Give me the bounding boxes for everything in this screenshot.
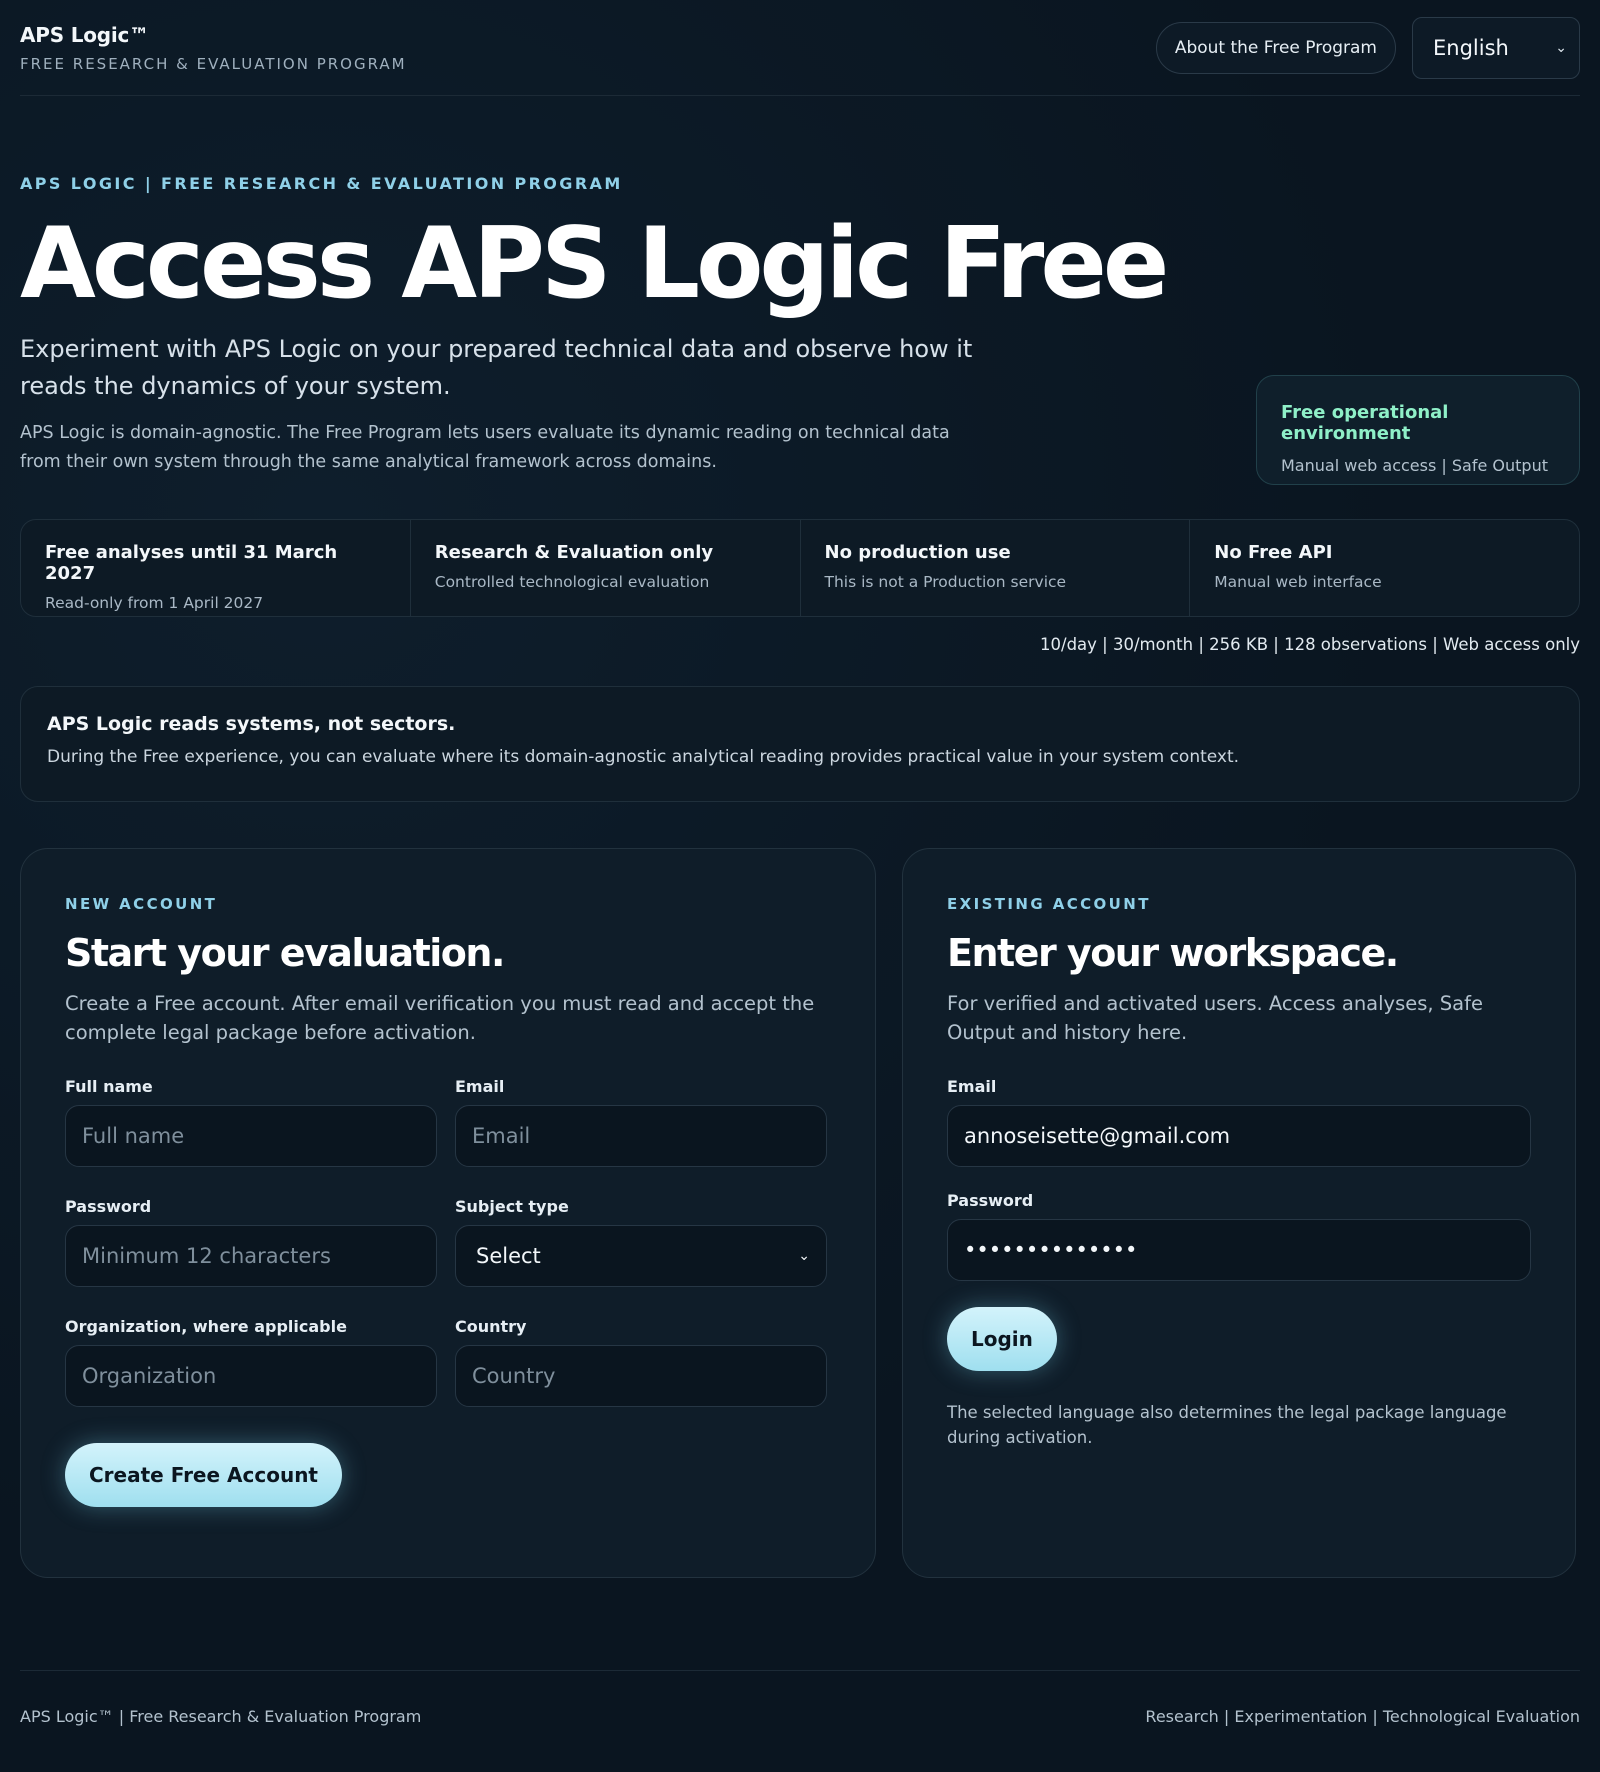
page: APS Logic™ FREE RESEARCH & EVALUATION PR…	[0, 0, 1600, 1772]
note-title: APS Logic reads systems, not sectors.	[47, 712, 456, 735]
registration-form: Full name Email Password Subject type Se…	[65, 1077, 831, 1437]
feature-subtitle: This is not a Production service	[824, 572, 1067, 591]
email-field: Email	[455, 1077, 827, 1168]
login-password-label: Password	[947, 1191, 1034, 1211]
existing-account-panel: EXISTING ACCOUNT Enter your workspace. F…	[902, 847, 1576, 1578]
usage-limits: 10/day | 30/month | 256 KB | 128 observa…	[1040, 634, 1580, 654]
top-bar: APS Logic™ FREE RESEARCH & EVALUATION PR…	[20, 0, 1580, 96]
new-account-title: Start your evaluation.	[65, 930, 505, 975]
feature-subtitle: Controlled technological evaluation	[434, 572, 710, 591]
login-email-field: Email	[947, 1077, 1531, 1168]
hero-lead: Experiment with APS Logic on your prepar…	[20, 334, 973, 401]
password-input[interactable]	[65, 1225, 437, 1288]
organization-label: Organization, where applicable	[65, 1317, 347, 1337]
brand-name: APS Logic™	[20, 22, 150, 47]
feature-title: No Free API	[1214, 541, 1333, 563]
language-value: English	[1433, 35, 1509, 60]
feature-title: No production use	[824, 541, 1011, 563]
new-account-description: Create a Free account. After email verif…	[65, 991, 815, 1045]
hero-description: APS Logic is domain-agnostic. The Free P…	[20, 423, 950, 473]
subject-type-label: Subject type	[455, 1197, 569, 1217]
organization-field: Organization, where applicable	[65, 1317, 437, 1408]
footer-left: APS Logic™ | Free Research & Evaluation …	[20, 1707, 422, 1726]
account-forms: NEW ACCOUNT Start your evaluation. Creat…	[20, 847, 1580, 1578]
existing-account-description: For verified and activated users. Access…	[947, 991, 1483, 1045]
login-email-input[interactable]	[947, 1105, 1531, 1168]
login-password-field: Password	[947, 1191, 1531, 1282]
create-account-button[interactable]: Create Free Account	[65, 1443, 342, 1508]
new-account-eyebrow: NEW ACCOUNT	[65, 894, 218, 913]
country-field: Country	[455, 1317, 827, 1408]
environment-subtitle: Manual web access | Safe Output	[1281, 455, 1548, 475]
hero-text: Experiment with APS Logic on your prepar…	[20, 315, 980, 477]
info-note: APS Logic reads systems, not sectors. Du…	[20, 685, 1580, 802]
email-input[interactable]	[455, 1105, 827, 1168]
full-name-input[interactable]	[65, 1105, 437, 1168]
footer-right: Research | Experimentation | Technologic…	[1145, 1707, 1580, 1726]
language-note: The selected language also determines th…	[947, 1403, 1507, 1448]
password-label: Password	[65, 1197, 152, 1217]
feature-item: No Free API Manual web interface	[1190, 520, 1579, 616]
brand-subtitle: FREE RESEARCH & EVALUATION PROGRAM	[20, 54, 407, 73]
subject-type-select[interactable]: Select ⌄	[455, 1225, 827, 1288]
hero-row: Experiment with APS Logic on your prepar…	[20, 315, 1580, 485]
feature-subtitle: Manual web interface	[1214, 572, 1382, 591]
password-field: Password	[65, 1197, 437, 1288]
environment-title: Free operational environment	[1281, 401, 1449, 444]
top-actions: About the Free Program English ⌄	[1155, 16, 1580, 79]
existing-account-title: Enter your workspace.	[947, 930, 1399, 975]
login-form: Email Password Login The selected langua…	[947, 1077, 1531, 1451]
feature-title: Research & Evaluation only	[434, 541, 714, 563]
chevron-down-icon: ⌄	[1555, 39, 1567, 56]
footer: APS Logic™ | Free Research & Evaluation …	[20, 1670, 1580, 1726]
country-input[interactable]	[455, 1345, 827, 1408]
login-email-label: Email	[947, 1077, 997, 1097]
country-label: Country	[455, 1317, 527, 1337]
brand: APS Logic™ FREE RESEARCH & EVALUATION PR…	[20, 23, 407, 73]
language-select[interactable]: English ⌄	[1412, 16, 1580, 79]
organization-input[interactable]	[65, 1345, 437, 1408]
page-title: Access APS Logic Free	[20, 207, 1169, 321]
hero-eyebrow: APS LOGIC | FREE RESEARCH & EVALUATION P…	[20, 174, 623, 193]
login-password-input[interactable]	[947, 1219, 1531, 1282]
email-label: Email	[455, 1077, 505, 1097]
subject-type-field: Subject type Select ⌄	[455, 1197, 827, 1288]
note-body: During the Free experience, you can eval…	[47, 746, 1240, 767]
subject-type-value: Select	[476, 1244, 541, 1269]
environment-card: Free operational environment Manual web …	[1256, 374, 1580, 485]
chevron-down-icon: ⌄	[798, 1248, 810, 1265]
full-name-field: Full name	[65, 1077, 437, 1168]
feature-subtitle: Read-only from 1 April 2027	[45, 593, 264, 612]
about-program-button[interactable]: About the Free Program	[1155, 21, 1396, 74]
feature-title: Free analyses until 31 March 2027	[45, 541, 338, 584]
features-strip: Free analyses until 31 March 2027 Read-o…	[20, 518, 1580, 617]
full-name-label: Full name	[65, 1077, 153, 1097]
feature-item: Research & Evaluation only Controlled te…	[411, 519, 801, 616]
login-button[interactable]: Login	[947, 1307, 1057, 1372]
existing-account-eyebrow: EXISTING ACCOUNT	[947, 894, 1151, 913]
new-account-panel: NEW ACCOUNT Start your evaluation. Creat…	[20, 847, 876, 1578]
feature-item: No production use This is not a Producti…	[801, 519, 1191, 616]
hero: APS LOGIC | FREE RESEARCH & EVALUATION P…	[20, 174, 1580, 485]
feature-item: Free analyses until 31 March 2027 Read-o…	[21, 519, 411, 616]
